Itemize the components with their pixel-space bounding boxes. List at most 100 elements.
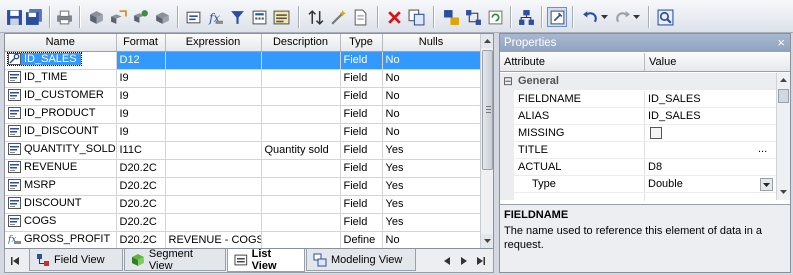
cell-type[interactable]: Field: [340, 141, 383, 160]
cell-format[interactable]: I11C: [116, 141, 166, 160]
join-icon[interactable]: [441, 7, 461, 27]
cell-description[interactable]: Quantity sold: [261, 141, 341, 160]
table-row[interactable]: COGS D20.2C Field Yes: [5, 213, 481, 232]
properties-toggle-icon[interactable]: [547, 7, 567, 27]
cell-type[interactable]: Field: [340, 159, 383, 178]
fieldname-value[interactable]: ID_SALES: [648, 93, 701, 105]
cell-expression[interactable]: [165, 213, 262, 232]
column-header-nulls[interactable]: Nulls: [382, 34, 481, 52]
insert-field-icon[interactable]: [183, 7, 203, 27]
cell-type[interactable]: Field: [340, 177, 383, 196]
cell-expression[interactable]: [165, 69, 262, 88]
table-row[interactable]: ID_PRODUCT I9 Field No: [5, 105, 481, 124]
attribute-column-header[interactable]: Attribute: [504, 56, 545, 68]
next-tab-icon[interactable]: [458, 254, 470, 268]
table-row[interactable]: REVENUE D20.2C Field Yes: [5, 159, 481, 178]
cell-expression[interactable]: [165, 123, 262, 142]
property-row-missing[interactable]: MISSING: [500, 125, 776, 142]
cell-format[interactable]: I9: [116, 105, 166, 124]
cell-expression[interactable]: [165, 141, 262, 160]
cell-description[interactable]: [261, 87, 341, 106]
cell-name[interactable]: COGS: [5, 213, 117, 232]
reference-segment-icon[interactable]: [130, 7, 150, 27]
properties-scrollbar[interactable]: [776, 73, 790, 200]
property-group-general[interactable]: ⊟ General: [500, 73, 776, 90]
save-icon[interactable]: [4, 7, 24, 27]
cell-description[interactable]: [261, 195, 341, 214]
cell-description[interactable]: [261, 177, 341, 196]
tab-segment-view[interactable]: Segment View: [124, 248, 226, 272]
network-icon[interactable]: [516, 7, 536, 27]
cell-nulls[interactable]: No: [382, 123, 481, 142]
cell-description[interactable]: [261, 231, 341, 248]
scroll-up-icon[interactable]: [481, 34, 493, 48]
cell-name[interactable]: ID_PRODUCT: [5, 105, 117, 124]
tab-field-view[interactable]: Field View: [29, 249, 123, 271]
cell-format[interactable]: D20.2C: [116, 213, 166, 232]
column-header-description[interactable]: Description: [261, 34, 341, 52]
undo-icon[interactable]: [580, 7, 600, 27]
cell-format[interactable]: I9: [116, 69, 166, 88]
redo-dropdown-icon[interactable]: [633, 15, 640, 20]
cell-name[interactable]: DISCOUNT: [5, 195, 117, 214]
scroll-up-icon[interactable]: [777, 73, 790, 87]
cell-nulls[interactable]: Yes: [382, 159, 481, 178]
save-all-icon[interactable]: [24, 7, 44, 27]
actual-value[interactable]: D8: [648, 161, 662, 173]
table-row[interactable]: ID_TIME I9 Field No: [5, 69, 481, 88]
cell-format[interactable]: I9: [116, 123, 166, 142]
table-row[interactable]: QUANTITY_SOLD I11C Quantity sold Field Yes: [5, 141, 481, 160]
search-icon[interactable]: [655, 7, 675, 27]
cell-type[interactable]: Field: [340, 105, 383, 124]
property-row-fieldname[interactable]: FIELDNAME ID_SALES: [500, 91, 776, 108]
cell-description[interactable]: [261, 123, 341, 142]
cell-format[interactable]: I9: [116, 87, 166, 106]
cell-nulls[interactable]: No: [382, 69, 481, 88]
wand-icon[interactable]: [328, 7, 348, 27]
document-icon[interactable]: [350, 7, 370, 27]
close-icon[interactable]: ×: [777, 35, 785, 51]
missing-checkbox[interactable]: [650, 127, 662, 139]
column-header-name[interactable]: Name: [5, 34, 117, 52]
alias-value[interactable]: ID_SALES: [648, 110, 701, 122]
scroll-down-icon[interactable]: [481, 234, 493, 248]
cell-name[interactable]: REVENUE: [5, 159, 117, 178]
cell-type[interactable]: Field: [340, 123, 383, 142]
cell-name[interactable]: ID_CUSTOMER: [5, 87, 117, 106]
copy-icon[interactable]: [406, 7, 426, 27]
cell-description[interactable]: [261, 213, 341, 232]
cell-name[interactable]: QUANTITY_SOLD: [5, 141, 117, 160]
cell-name[interactable]: ID_DISCOUNT: [5, 123, 117, 142]
cell-expression[interactable]: [165, 177, 262, 196]
group-icon[interactable]: [271, 7, 291, 27]
redo-icon[interactable]: [612, 7, 632, 27]
cell-name[interactable]: ID_TIME: [5, 69, 117, 88]
grid-scroll-thumb[interactable]: [482, 50, 493, 170]
table-row[interactable]: MSRP D20.2C Field Yes: [5, 177, 481, 196]
cell-format[interactable]: D20.2C: [116, 177, 166, 196]
cell-nulls[interactable]: Yes: [382, 177, 481, 196]
cell-nulls[interactable]: No: [382, 51, 481, 70]
cell-type[interactable]: Field: [340, 69, 383, 88]
property-row-title[interactable]: TITLE ...: [500, 142, 776, 159]
table-row[interactable]: ID_CUSTOMER I9 Field No: [5, 87, 481, 106]
column-header-format[interactable]: Format: [116, 34, 166, 52]
cell-type[interactable]: Field: [340, 87, 383, 106]
property-row-type[interactable]: Type Double: [500, 176, 776, 193]
cell-expression[interactable]: [165, 195, 262, 214]
cell-type[interactable]: Define: [340, 231, 383, 248]
cell-format[interactable]: D20.2C: [116, 159, 166, 178]
cell-type[interactable]: Field: [340, 51, 383, 70]
last-tab-icon[interactable]: [475, 254, 487, 268]
define-field-icon[interactable]: fx: [205, 7, 225, 27]
segment-icon[interactable]: [86, 7, 106, 27]
cell-type[interactable]: Field: [340, 213, 383, 232]
cell-description[interactable]: [261, 105, 341, 124]
compute-icon[interactable]: [249, 7, 269, 27]
scroll-down-icon[interactable]: [777, 185, 790, 199]
property-row-alias[interactable]: ALIAS ID_SALES: [500, 108, 776, 125]
table-row[interactable]: fx GROSS_PROFIT D20.2C REVENUE - COGS Define…: [5, 231, 481, 248]
properties-scroll-thumb[interactable]: [778, 89, 789, 103]
column-header-expression[interactable]: Expression: [165, 34, 262, 52]
cell-nulls[interactable]: No: [382, 105, 481, 124]
